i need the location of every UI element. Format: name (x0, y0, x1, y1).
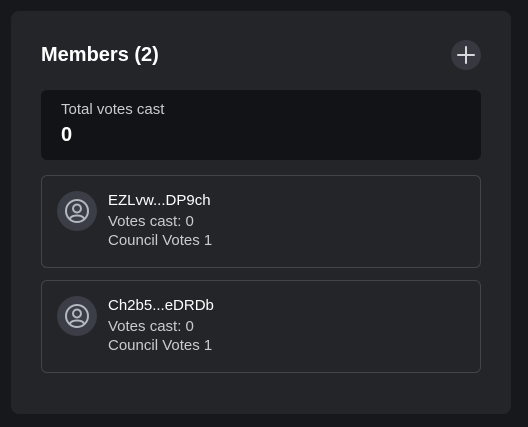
user-circle-icon (65, 199, 89, 223)
members-header: Members (2) (41, 40, 481, 73)
member-name: EZLvw...DP9ch (108, 192, 211, 209)
member-card[interactable]: EZLvw...DP9ch Votes cast: 0 Council Vote… (41, 175, 481, 268)
avatar (57, 191, 97, 231)
members-panel: Members (2) Total votes cast 0 EZLvw...D… (11, 11, 511, 414)
user-circle-icon (65, 304, 89, 328)
total-votes-card: Total votes cast 0 (41, 90, 481, 160)
member-votes-cast: Votes cast: 0 (108, 318, 194, 335)
member-council-votes: Council Votes 1 (108, 337, 213, 354)
total-votes-value: 0 (61, 124, 73, 146)
total-votes-label: Total votes cast (61, 101, 165, 118)
member-council-votes: Council Votes 1 (108, 232, 213, 249)
member-info: Ch2b5...eDRDb Votes cast: 0 Council Vote… (108, 297, 214, 355)
member-votes-cast: Votes cast: 0 (108, 213, 194, 230)
panel-title: Members (2) (41, 44, 159, 66)
member-name: Ch2b5...eDRDb (108, 297, 214, 314)
member-info: EZLvw...DP9ch Votes cast: 0 Council Vote… (108, 192, 212, 250)
add-member-button[interactable] (451, 40, 481, 70)
avatar (57, 296, 97, 336)
plus-icon (457, 46, 475, 64)
member-list: EZLvw...DP9ch Votes cast: 0 Council Vote… (41, 175, 481, 385)
member-card[interactable]: Ch2b5...eDRDb Votes cast: 0 Council Vote… (41, 280, 481, 373)
